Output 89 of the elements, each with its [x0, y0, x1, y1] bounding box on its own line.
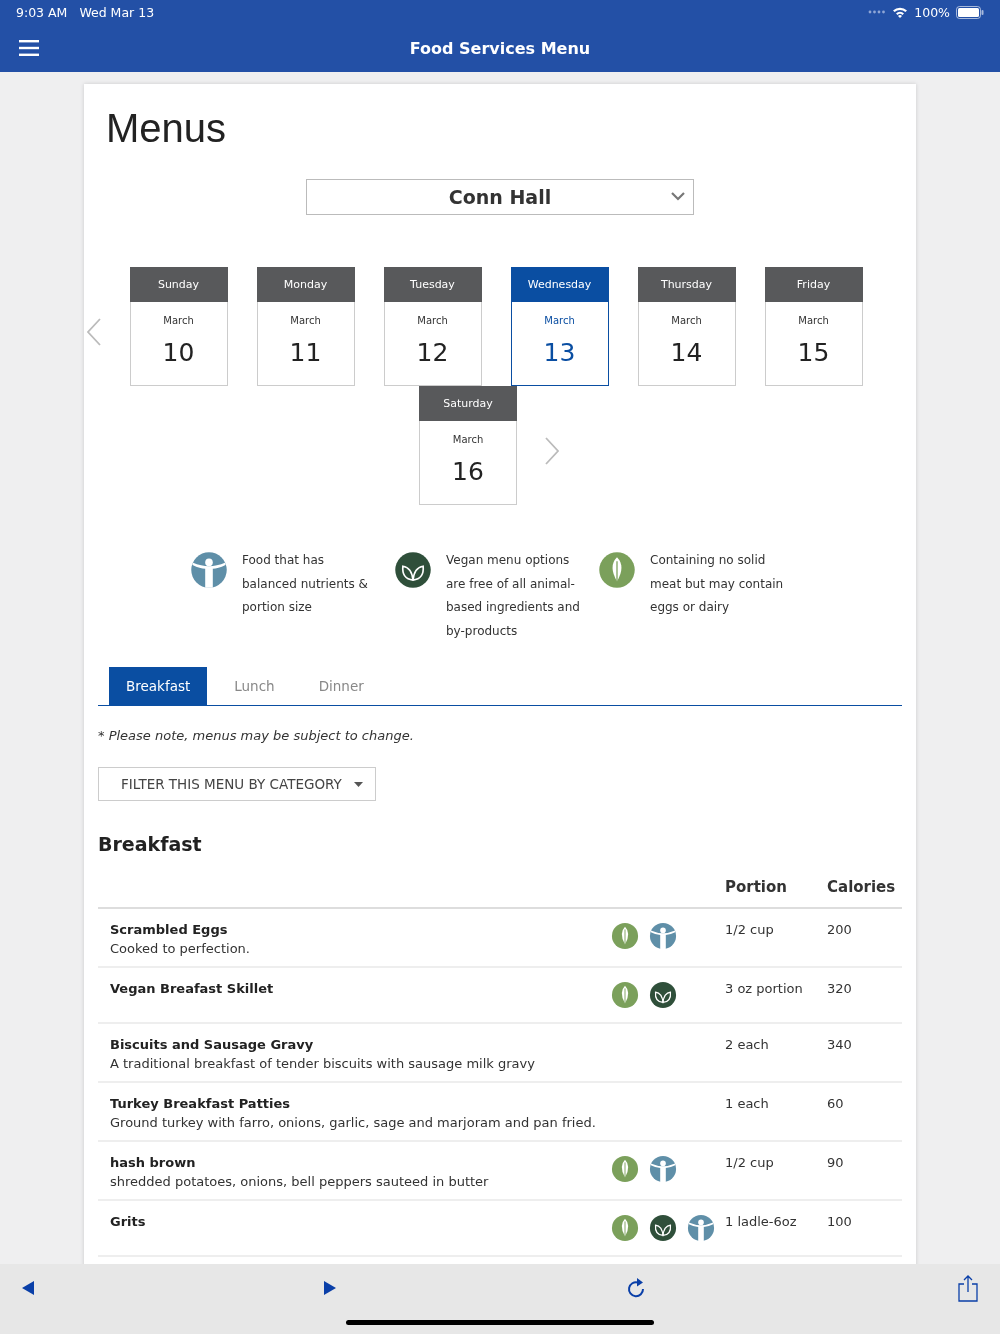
date-tile[interactable]: Saturday March 16 [419, 386, 517, 505]
legend-description: Food that has balanced nutrients & portion size [242, 552, 369, 616]
leaves-circle-icon [394, 551, 432, 589]
day-number: 15 [796, 338, 831, 367]
person-circle-icon [649, 922, 677, 950]
weekday-label: Monday [256, 267, 355, 302]
calories-cell-text: 340 [827, 1037, 853, 1052]
meal-tab[interactable]: Dinner [301, 667, 381, 705]
reload-icon[interactable] [626, 1277, 646, 1299]
portion-cell-text: 2 each [725, 1037, 770, 1052]
date-tile[interactable]: Wednesday March 13 [510, 267, 609, 386]
month-label: March [543, 315, 576, 326]
portion-cell-text: 1 ladle-6oz [725, 1214, 798, 1229]
calories-cell-text: 100 [827, 1214, 853, 1229]
column-header: Portion [725, 878, 788, 896]
leaf-circle-icon [611, 922, 639, 950]
weekday-label: Wednesday [510, 267, 609, 302]
item-name: Turkey Breakfast Patties [110, 1096, 292, 1111]
meal-tab[interactable]: Breakfast [109, 667, 208, 705]
status-time: 9:03 AM [16, 4, 68, 20]
day-number: 14 [669, 338, 704, 367]
person-circle-icon [190, 551, 228, 589]
back-icon[interactable] [22, 1281, 34, 1295]
item-description: Ground turkey with farro, onions, garlic, sage and marjoram and pan fried. [110, 1115, 597, 1130]
month-label: March [289, 315, 322, 326]
calories-cell-text: 200 [827, 922, 853, 937]
leaf-circle-icon [611, 1155, 639, 1183]
date-tile[interactable]: Thursday March 14 [637, 267, 736, 386]
date-tile[interactable]: Friday March 15 [764, 267, 863, 386]
item-name: Vegan Breafast Skillet [110, 981, 275, 996]
leaves-circle-icon [649, 981, 677, 1009]
app-title: Food Services Menu [409, 38, 591, 58]
calories-cell-text: 320 [827, 981, 853, 996]
legend-description: Vegan menu options are free of all animal-based ingredients and by-products [446, 552, 581, 640]
day-number: 10 [161, 338, 196, 367]
portion-cell-text: 3 oz portion [725, 981, 804, 996]
item-name: Scrambled Eggs [110, 922, 229, 937]
page-title: Menus [106, 106, 228, 151]
calories-cell-text: 60 [827, 1096, 845, 1111]
leaves-circle-icon [649, 1214, 677, 1242]
month-label: March [162, 315, 195, 326]
wifi-icon [892, 6, 909, 18]
weekday-label: Friday [764, 267, 863, 302]
day-number: 12 [415, 338, 450, 367]
section-title: Breakfast [98, 833, 203, 855]
leaf-circle-icon [598, 551, 636, 589]
item-description: shredded potatoes, onions, bell peppers sauteed in butter [110, 1174, 490, 1189]
month-label: March [416, 315, 449, 326]
month-label: March [451, 434, 485, 445]
weekday-label: Tuesday [383, 267, 482, 302]
day-number: 13 [542, 338, 577, 367]
category-filter-button[interactable]: FILTER THIS MENU BY CATEGORY [98, 767, 376, 801]
caret-icon [353, 781, 363, 787]
person-circle-icon [649, 1155, 677, 1183]
month-label: March [797, 315, 830, 326]
meal-tab[interactable]: Lunch [217, 667, 292, 705]
item-name: Grits [110, 1214, 147, 1229]
chevron-down-icon [671, 192, 685, 201]
legend-description: Containing no solid meat but may contain eggs or dairy [650, 552, 785, 616]
leaf-circle-icon [611, 1214, 639, 1242]
column-header: Calories [827, 878, 897, 896]
date-tile[interactable]: Tuesday March 12 [383, 267, 482, 386]
leaf-circle-icon [611, 981, 639, 1009]
month-label: March [670, 315, 703, 326]
date-tile[interactable]: Sunday March 10 [129, 267, 228, 386]
weekday-label: Thursday [637, 267, 736, 302]
share-icon[interactable] [958, 1274, 978, 1302]
date-tile[interactable]: Monday March 11 [256, 267, 355, 386]
day-number: 11 [288, 338, 323, 367]
menu-note: * Please note, menus may be subject to change. [98, 728, 415, 743]
status-date: Wed Mar 13 [79, 4, 155, 20]
weekday-label: Saturday [419, 386, 517, 421]
person-circle-icon [687, 1214, 715, 1242]
signal-icon [868, 10, 887, 14]
portion-cell-text: 1/2 cup [725, 922, 775, 937]
item-description: Cooked to perfection. [110, 941, 251, 956]
location-dropdown[interactable]: Conn Hall [306, 179, 694, 215]
weekday-label: Sunday [129, 267, 228, 302]
item-name: Biscuits and Sausage Gravy [110, 1037, 315, 1052]
battery-percent: 100% [914, 4, 950, 20]
calories-cell-text: 90 [827, 1155, 845, 1170]
item-description: A traditional breakfast of tender biscuits with sausage milk gravy [110, 1056, 536, 1071]
menu-icon[interactable] [19, 40, 39, 56]
portion-cell-text: 1 each [725, 1096, 770, 1111]
item-name: hash brown [110, 1155, 197, 1170]
portion-cell-text: 1/2 cup [725, 1155, 775, 1170]
battery-icon [956, 5, 984, 19]
forward-icon[interactable] [324, 1281, 336, 1295]
day-number: 16 [451, 457, 485, 486]
